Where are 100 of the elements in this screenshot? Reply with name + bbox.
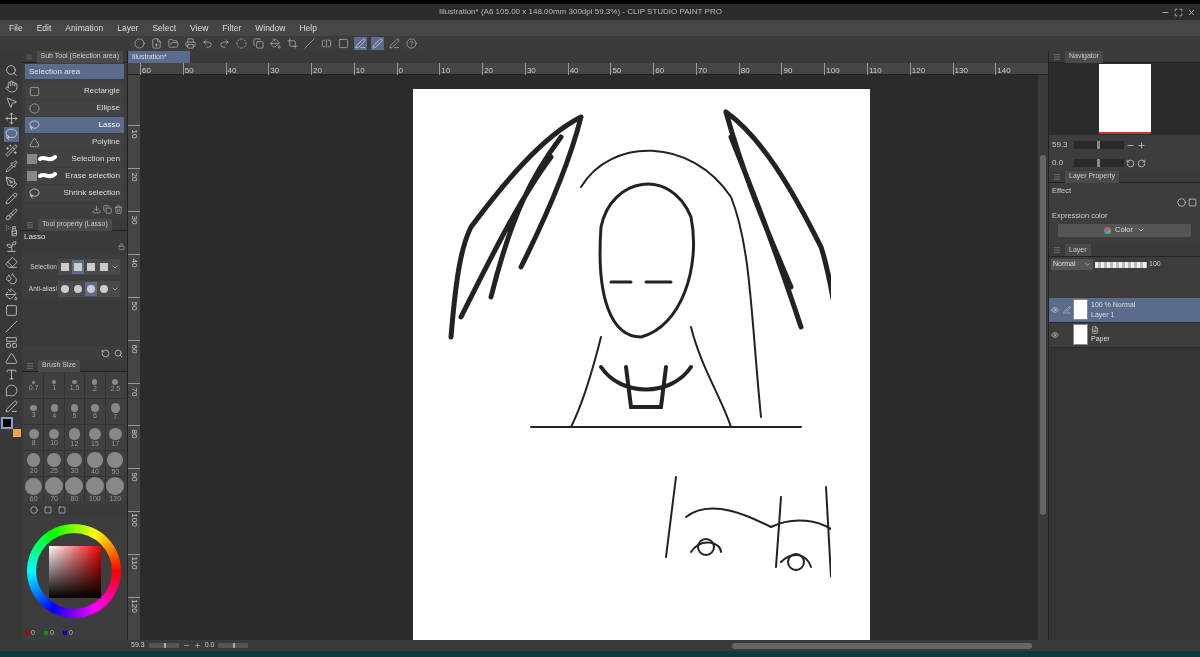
move-icon[interactable]	[3, 111, 19, 126]
eye-icon[interactable]	[1051, 305, 1059, 314]
triangle-icon[interactable]	[3, 351, 19, 366]
undo-icon[interactable]	[201, 37, 214, 50]
droplets-icon[interactable]	[3, 271, 19, 286]
speech-bubble-icon[interactable]	[3, 383, 19, 398]
trash-icon[interactable]	[114, 204, 123, 214]
square-icon[interactable]	[337, 37, 350, 50]
pen-icon[interactable]	[1063, 305, 1071, 314]
horizontal-scrollbar[interactable]	[732, 642, 1033, 649]
tool-group-tab[interactable]: Selection area	[25, 64, 124, 79]
pen-line-icon[interactable]	[3, 399, 19, 414]
folder-icon[interactable]	[167, 37, 180, 50]
frame-icon[interactable]	[3, 335, 19, 350]
close-icon[interactable]	[1187, 7, 1196, 17]
rotation-slider[interactable]	[218, 643, 249, 648]
lasso-icon[interactable]	[3, 127, 19, 142]
menu-item[interactable]: Select	[152, 21, 177, 35]
half-square-icon[interactable]	[320, 37, 333, 50]
sub-tool-item[interactable]: Ellipse	[25, 100, 124, 116]
navigator-slider[interactable]	[1074, 141, 1124, 149]
dashed-circle-icon[interactable]	[235, 37, 248, 50]
menu-icon[interactable]	[26, 220, 34, 229]
copy-icon[interactable]	[103, 204, 112, 214]
eye-icon[interactable]	[1051, 330, 1059, 339]
zoom-in-icon[interactable]	[1137, 140, 1146, 150]
navigator-slider[interactable]	[1074, 159, 1124, 167]
menu-item[interactable]: Animation	[65, 21, 104, 35]
pen-icon[interactable]	[371, 37, 384, 50]
help-icon[interactable]	[405, 37, 418, 50]
lock-icon[interactable]	[118, 243, 125, 250]
menu-icon[interactable]	[1053, 172, 1061, 181]
slash-icon[interactable]	[303, 37, 316, 50]
printer-icon[interactable]	[184, 37, 197, 50]
search-icon[interactable]	[114, 348, 123, 358]
rotate-right-icon[interactable]	[1137, 158, 1146, 168]
sub-tool-item[interactable]: Selection pen	[25, 151, 124, 167]
menu-icon[interactable]	[26, 361, 34, 370]
vertical-scrollbar[interactable]	[1038, 75, 1048, 640]
option-button[interactable]	[85, 260, 97, 274]
brush-stroke-preview-icon	[27, 170, 57, 182]
rotate-left-icon[interactable]	[1126, 158, 1135, 168]
canvas-page[interactable]	[413, 89, 870, 640]
sub-tool-item[interactable]: Polyline	[25, 134, 124, 150]
pen-line-icon[interactable]	[354, 37, 367, 50]
square-icon[interactable]	[3, 303, 19, 318]
main-color-swatch[interactable]	[1, 417, 13, 429]
brush-icon[interactable]	[3, 207, 19, 222]
saturation-square[interactable]	[49, 546, 101, 598]
paint-bucket-icon[interactable]	[269, 37, 282, 50]
zoom-slider[interactable]	[148, 643, 179, 648]
sub-tool-item[interactable]: Shrink selection	[25, 185, 124, 201]
menu-item[interactable]: Edit	[36, 21, 52, 35]
wand-icon[interactable]	[3, 143, 19, 158]
menu-icon[interactable]	[1053, 246, 1061, 254]
menu-item[interactable]: Layer	[117, 21, 139, 35]
option-button[interactable]	[59, 260, 71, 274]
sub-color-swatch[interactable]	[13, 429, 21, 437]
pen-line-icon[interactable]	[388, 37, 401, 50]
paint-bucket-icon[interactable]	[3, 287, 19, 302]
square-icon[interactable]	[1188, 198, 1197, 208]
option-button[interactable]	[98, 260, 110, 274]
new-file-icon[interactable]	[150, 37, 163, 50]
hand-icon[interactable]	[3, 79, 19, 94]
menu-item[interactable]: View	[190, 21, 209, 35]
navigator-reading[interactable]: 59.3	[1052, 139, 1072, 151]
sub-tool-item[interactable]: Lasso	[25, 117, 124, 133]
sub-tool-item[interactable]: Erase selection	[25, 168, 124, 184]
chevron-down-icon[interactable]	[1084, 261, 1091, 268]
menu-icon[interactable]	[1053, 52, 1061, 61]
pen-nib-icon[interactable]	[3, 175, 19, 190]
line-icon[interactable]	[3, 319, 19, 334]
option-button[interactable]	[72, 260, 84, 274]
zoom-in-icon[interactable]	[193, 642, 201, 649]
menu-item[interactable]: Filter	[222, 21, 242, 35]
zoom-icon[interactable]	[3, 63, 19, 78]
copy-icon[interactable]	[252, 37, 265, 50]
option-button[interactable]	[85, 282, 97, 296]
crop-icon[interactable]	[286, 37, 299, 50]
redo-icon[interactable]	[218, 37, 231, 50]
zoom-out-icon[interactable]	[182, 642, 190, 649]
chevron-down-icon[interactable]	[1136, 226, 1145, 234]
maximize-icon[interactable]	[1174, 7, 1183, 17]
menu-item[interactable]: Help	[299, 21, 317, 35]
eraser-icon[interactable]	[3, 255, 19, 270]
download-icon[interactable]	[92, 204, 101, 214]
navigator-reading[interactable]: 0.0	[1052, 157, 1072, 169]
pencil-icon[interactable]	[3, 191, 19, 206]
app-icon[interactable]	[133, 37, 146, 50]
reset-icon[interactable]	[101, 348, 110, 358]
chevron-down-icon[interactable]	[111, 285, 119, 293]
eyedropper-icon[interactable]	[3, 159, 19, 174]
circle-icon[interactable]	[1177, 198, 1186, 208]
opacity-slider[interactable]	[1095, 261, 1147, 268]
chevron-down-icon[interactable]	[111, 263, 119, 271]
sub-tool-item[interactable]: Rectangle	[25, 83, 124, 99]
menu-item[interactable]: Window	[255, 21, 286, 35]
menu-item[interactable]: File	[9, 21, 23, 35]
spray-can-icon[interactable]	[3, 223, 19, 238]
color-wheel-tab-icon[interactable]	[30, 506, 38, 514]
